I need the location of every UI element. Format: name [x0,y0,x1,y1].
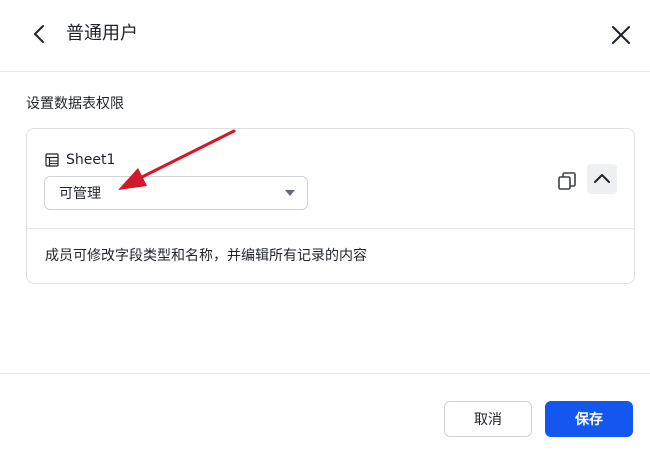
copy-icon [558,172,576,190]
close-icon [612,26,630,44]
card-header: Sheet1 可管理 [27,129,634,229]
permission-select-value: 可管理 [59,186,101,202]
permission-description: 成员可修改字段类型和名称，并编辑所有记录的内容 [45,248,367,264]
back-button[interactable] [26,20,54,48]
dialog-title: 普通用户 [66,23,138,44]
permission-dialog: 普通用户 设置数据表权限 Sheet1 可管理 成员可修改字段类型和名称，并编辑… [0,0,650,460]
dialog-header: 普通用户 [0,0,650,72]
collapse-button[interactable] [587,164,617,194]
caret-down-icon [285,190,295,196]
close-button[interactable] [606,20,636,50]
cancel-button[interactable]: 取消 [444,401,532,437]
table-icon [45,153,59,167]
save-button[interactable]: 保存 [545,401,633,437]
sheet-permission-card: Sheet1 可管理 成员可修改字段类型和名称，并编辑所有记录的内容 [26,128,635,284]
dialog-footer: 取消 保存 [0,373,650,460]
copy-button[interactable] [555,169,579,193]
chevron-left-icon [34,25,44,43]
sheet-title-row: Sheet1 [45,150,115,170]
permission-select[interactable]: 可管理 [44,176,308,210]
section-label: 设置数据表权限 [26,96,124,112]
chevron-up-icon [594,174,610,183]
sheet-name: Sheet1 [66,152,116,168]
